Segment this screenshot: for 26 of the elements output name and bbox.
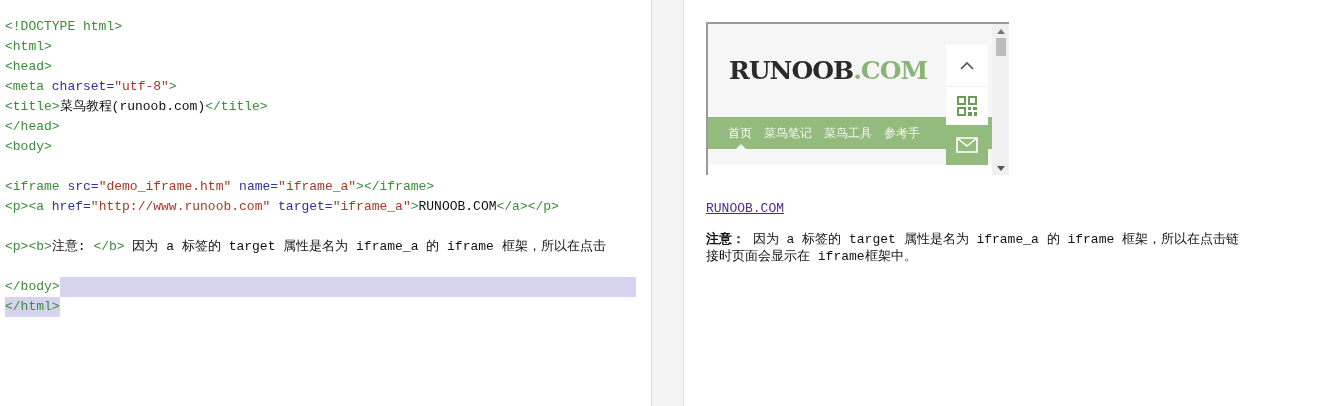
scroll-down-arrow-icon[interactable] <box>996 166 1005 171</box>
scrollbar-thumb[interactable] <box>995 38 1006 56</box>
code-line: <meta charset="utf-8"> <box>5 78 177 97</box>
qr-code-icon[interactable] <box>957 96 977 116</box>
note-paragraph: 注意： 因为 a 标签的 target 属性是名为 iframe_a 的 iframe 框架，所以在点击链接时页面会显示在 iframe框架中。 <box>706 231 1241 265</box>
code-line: </body> <box>5 278 60 297</box>
code-line: <title>菜鸟教程(runoob.com)</title> <box>5 98 268 117</box>
nav-item[interactable]: 首页 <box>728 117 752 149</box>
nav-item[interactable]: 参考手 <box>884 117 920 149</box>
nav-item[interactable]: 菜鸟笔记 <box>764 117 812 149</box>
code-line: </head> <box>5 118 60 137</box>
code-line: <p><b>注意: </b> 因为 a 标签的 target 属性是名为 iframe_a 的 iframe 框架，所以在点击 <box>5 238 606 257</box>
code-line: <!DOCTYPE html> <box>5 18 123 37</box>
code-line: <body> <box>5 138 52 157</box>
code-line: <p><a href="http://www.runoob.com" target="iframe_a">RUNOOB.COM</a></p> <box>5 198 559 217</box>
caret-up-icon[interactable] <box>960 61 974 70</box>
nav-item[interactable]: 菜鸟工具 <box>824 117 872 149</box>
mail-icon <box>956 137 978 153</box>
runoob-link[interactable]: RUNOOB.COM <box>706 201 784 216</box>
site-logo: RUNOOB.COM <box>729 54 928 87</box>
code-line: <iframe src="demo_iframe.htm" name="iframe_a"></iframe> <box>5 178 435 197</box>
code-line: </html> <box>5 298 60 317</box>
scroll-up-arrow-icon[interactable] <box>996 29 1005 34</box>
scrollbar[interactable] <box>992 24 1009 175</box>
code-line: <head> <box>5 58 52 77</box>
code-line: <html> <box>5 38 52 57</box>
